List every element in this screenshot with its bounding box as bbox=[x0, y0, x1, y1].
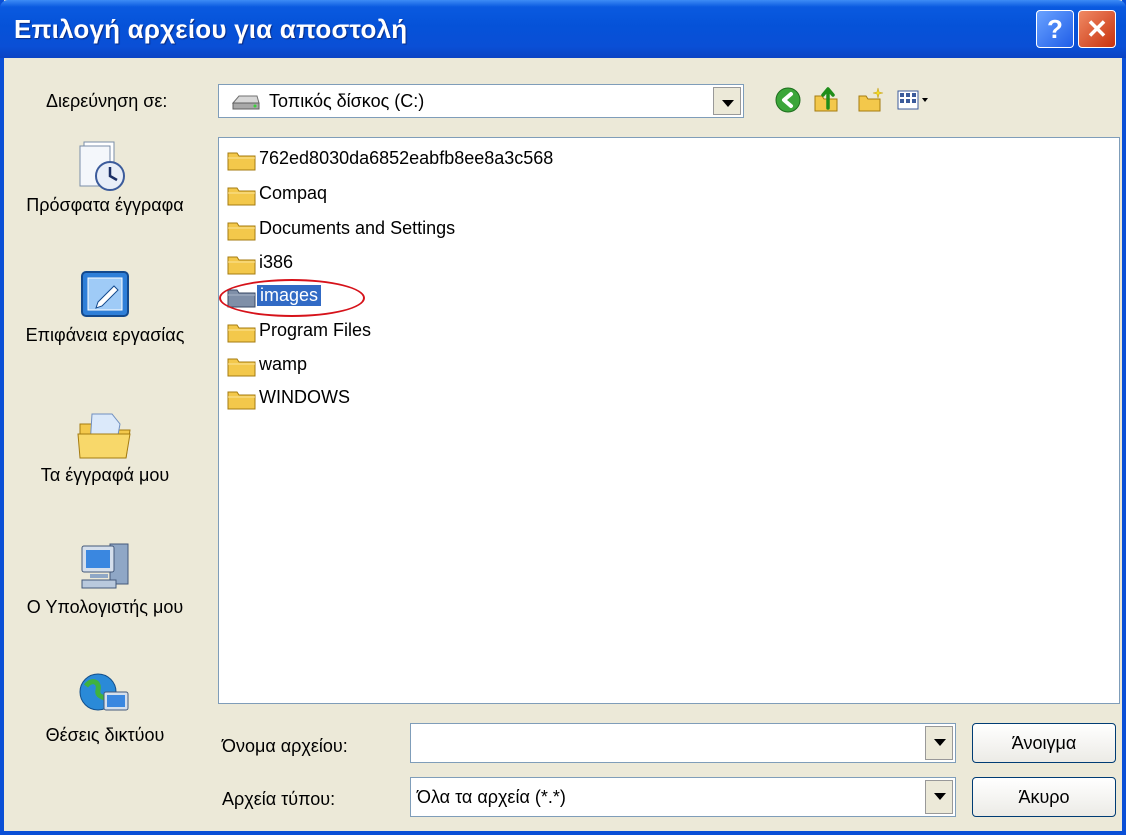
place-recent-documents[interactable]: Πρόσφατα έγγραφα bbox=[8, 136, 202, 217]
file-name-dropdown-arrow[interactable] bbox=[925, 726, 953, 760]
open-button[interactable]: Άνοιγμα bbox=[972, 723, 1116, 763]
place-network[interactable]: Θέσεις δικτύου bbox=[8, 668, 202, 747]
file-type-dropdown[interactable]: Όλα τα αρχεία (*.*) bbox=[410, 777, 956, 817]
my-documents-icon bbox=[77, 413, 131, 459]
annotation-circle bbox=[219, 279, 365, 317]
desktop-icon bbox=[81, 271, 129, 317]
view-menu-icon[interactable] bbox=[896, 86, 932, 114]
look-in-dropdown-arrow[interactable] bbox=[713, 87, 741, 115]
place-label: Επιφάνεια εργασίας bbox=[25, 325, 185, 345]
folder-icon bbox=[227, 222, 256, 241]
file-type-dropdown-arrow[interactable] bbox=[925, 780, 953, 814]
folder-icon bbox=[227, 152, 256, 171]
new-folder-icon[interactable] bbox=[856, 86, 884, 114]
my-computer-icon bbox=[81, 543, 129, 589]
list-item-name: Documents and Settings bbox=[259, 218, 456, 238]
place-label: Ο Υπολογιστής μου bbox=[26, 597, 184, 617]
look-in-dropdown[interactable]: Τοπικός δίσκος (C:) bbox=[218, 84, 744, 118]
title-bar[interactable]: Επιλογή αρχείου για αποστολή ? ✕ bbox=[0, 0, 1126, 58]
places-bar: Πρόσφατα έγγραφα Επιφάνεια εργασίας Τα έ… bbox=[8, 128, 202, 745]
list-item-name: Compaq bbox=[259, 183, 328, 203]
list-item-name: Program Files bbox=[259, 320, 372, 340]
list-item-name: wamp bbox=[259, 354, 308, 374]
network-places-icon bbox=[79, 673, 129, 711]
look-in-label: Διερεύνηση σε: bbox=[46, 91, 168, 111]
place-my-documents[interactable]: Τα έγγραφά μου bbox=[8, 406, 202, 487]
help-button[interactable]: ? bbox=[1036, 10, 1074, 48]
place-label: Θέσεις δικτύου bbox=[45, 725, 165, 745]
file-type-value: Όλα τα αρχεία (*.*) bbox=[417, 787, 566, 807]
list-item-name: i386 bbox=[259, 252, 294, 272]
folder-icon bbox=[227, 358, 256, 377]
up-folder-icon[interactable] bbox=[812, 86, 840, 114]
recent-documents-icon bbox=[79, 141, 125, 191]
file-type-label: Αρχεία τύπου: bbox=[222, 789, 336, 809]
place-my-computer[interactable]: Ο Υπολογιστής μου bbox=[8, 538, 202, 619]
list-item-name: WINDOWS bbox=[259, 387, 350, 407]
folder-icon bbox=[227, 187, 256, 206]
look-in-value: Τοπικός δίσκος (C:) bbox=[269, 91, 425, 111]
close-button[interactable]: ✕ bbox=[1078, 10, 1116, 48]
back-icon[interactable] bbox=[774, 86, 802, 114]
folder-icon bbox=[227, 391, 256, 410]
file-open-dialog: Επιλογή αρχείου για αποστολή ? ✕ Διερεύν… bbox=[0, 0, 1126, 835]
file-name-label: Όνομα αρχείου: bbox=[222, 736, 348, 756]
place-label: Τα έγγραφά μου bbox=[40, 465, 170, 485]
window-title: Επιλογή αρχείου για αποστολή bbox=[14, 14, 408, 44]
folder-icon bbox=[227, 324, 256, 343]
folder-icon bbox=[227, 256, 256, 275]
cancel-button[interactable]: Άκυρο bbox=[972, 777, 1116, 817]
list-item-name: 762ed8030da6852eabfb8ee8a3c568 bbox=[259, 148, 554, 168]
file-list[interactable]: 762ed8030da6852eabfb8ee8a3c568 Compaq Do… bbox=[218, 137, 1120, 704]
file-name-input[interactable] bbox=[410, 723, 956, 763]
place-label: Πρόσφατα έγγραφα bbox=[26, 195, 184, 215]
place-desktop[interactable]: Επιφάνεια εργασίας bbox=[8, 266, 202, 347]
hard-drive-icon bbox=[231, 95, 260, 110]
